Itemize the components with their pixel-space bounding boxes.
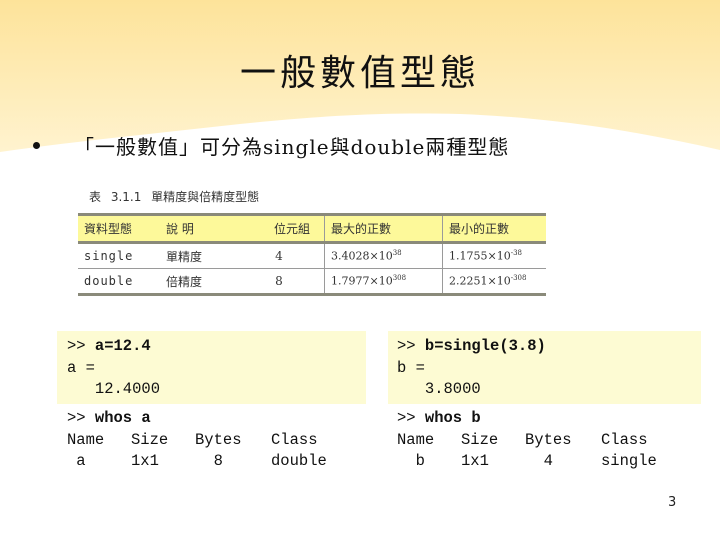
times-ten: ×10 [369,249,393,263]
whos-name: a [67,452,86,470]
whos-header-row: Name Size Bytes Class [397,430,681,452]
whos-class: single [601,452,657,470]
cell-max-positive: 3.4028×1038 [324,242,443,269]
output-value: 12.4000 [67,380,161,398]
whos-header-name: Name [67,430,105,449]
min-exponent: -38 [510,249,522,258]
min-exponent: -308 [510,274,527,283]
whos-command-line: >> whos a [67,408,351,430]
output-line: a = [67,358,95,377]
whos-header-size: Size [461,430,499,449]
header-max-positive: 最大的正數 [324,213,443,244]
command-text: b=single(3.8) [424,337,546,355]
whos-header-size: Size [131,430,169,449]
slide-title: 一般數值型態 [239,53,480,94]
prompt: >> [67,337,95,355]
cell-max-positive: 1.7977×10308 [324,268,443,296]
whos-size: 1x1 [461,452,489,470]
header-bytes: 位元組 [234,213,325,244]
whos-command: whos b [424,409,481,427]
precision-table: 資料型態 說 明 位元組 最大的正數 最小的正數 single 單精度 4 3.… [78,213,546,296]
whos-block-right: >> whos b Name Size Bytes Class b 1x1 4 … [397,408,681,473]
table-header-row: 資料型態 說 明 位元組 最大的正數 最小的正數 [78,213,546,244]
command-line: >> a=12.4 [67,336,160,358]
cell-type: single [78,242,160,269]
cell-min-positive: 1.1755×10-38 [442,242,546,269]
whos-header-class: Class [271,430,318,449]
header-min-positive: 最小的正數 [442,213,546,244]
output-line: b = [397,358,425,377]
whos-class: double [271,452,327,470]
command-line: >> b=single(3.8) [397,336,546,358]
whos-name: b [397,452,425,470]
prompt: >> [67,409,95,427]
page-number: 3 [668,495,677,510]
table-row: double 倍精度 8 1.7977×10308 2.2251×10-308 [78,268,546,296]
max-mantissa: 1.7977 [331,274,370,288]
header-description: 說 明 [160,213,234,244]
cell-min-positive: 2.2251×10-308 [442,268,546,296]
min-mantissa: 2.2251 [449,274,488,288]
whos-header-name: Name [397,430,435,449]
table-row: single 單精度 4 3.4028×1038 1.1755×10-38 [78,242,546,269]
times-ten: ×10 [487,249,511,263]
code-block-right: >> b=single(3.8) b = 3.8000 [397,336,546,401]
cell-description: 倍精度 [160,268,234,296]
max-exponent: 308 [392,274,407,283]
cell-description: 單精度 [160,242,234,269]
whos-header-bytes: Bytes [525,430,572,449]
whos-data-row: b 1x1 4 single [397,451,681,473]
prompt: >> [397,337,425,355]
table-caption: 表 3.1.1 單精度與倍精度型態 [89,190,260,204]
whos-command: whos a [94,409,151,427]
whos-bytes: 8 [195,452,223,470]
whos-command-line: >> whos b [397,408,681,430]
bullet-text: 「一般數值」可分為single與double兩種型態 [74,135,510,159]
cell-bytes: 8 [234,268,325,296]
cell-type: double [78,268,160,296]
bullet-dot-icon [33,142,40,149]
whos-data-row: a 1x1 8 double [67,451,351,473]
code-block-left: >> a=12.4 a = 12.4000 [67,336,160,401]
times-ten: ×10 [487,274,511,288]
bullet-item: 「一般數值」可分為single與double兩種型態 [33,131,509,160]
whos-block-left: >> whos a Name Size Bytes Class a 1x1 8 … [67,408,351,473]
whos-bytes: 4 [525,452,553,470]
cell-bytes: 4 [234,242,325,269]
max-mantissa: 3.4028 [331,249,370,263]
whos-header-class: Class [601,430,648,449]
command-text: a=12.4 [94,337,151,355]
times-ten: ×10 [369,274,393,288]
header-data-type: 資料型態 [78,213,160,244]
max-exponent: 38 [392,249,402,258]
output-value: 3.8000 [397,380,481,398]
whos-size: 1x1 [131,452,159,470]
whos-header-bytes: Bytes [195,430,242,449]
prompt: >> [397,409,425,427]
whos-header-row: Name Size Bytes Class [67,430,351,452]
min-mantissa: 1.1755 [449,249,488,263]
